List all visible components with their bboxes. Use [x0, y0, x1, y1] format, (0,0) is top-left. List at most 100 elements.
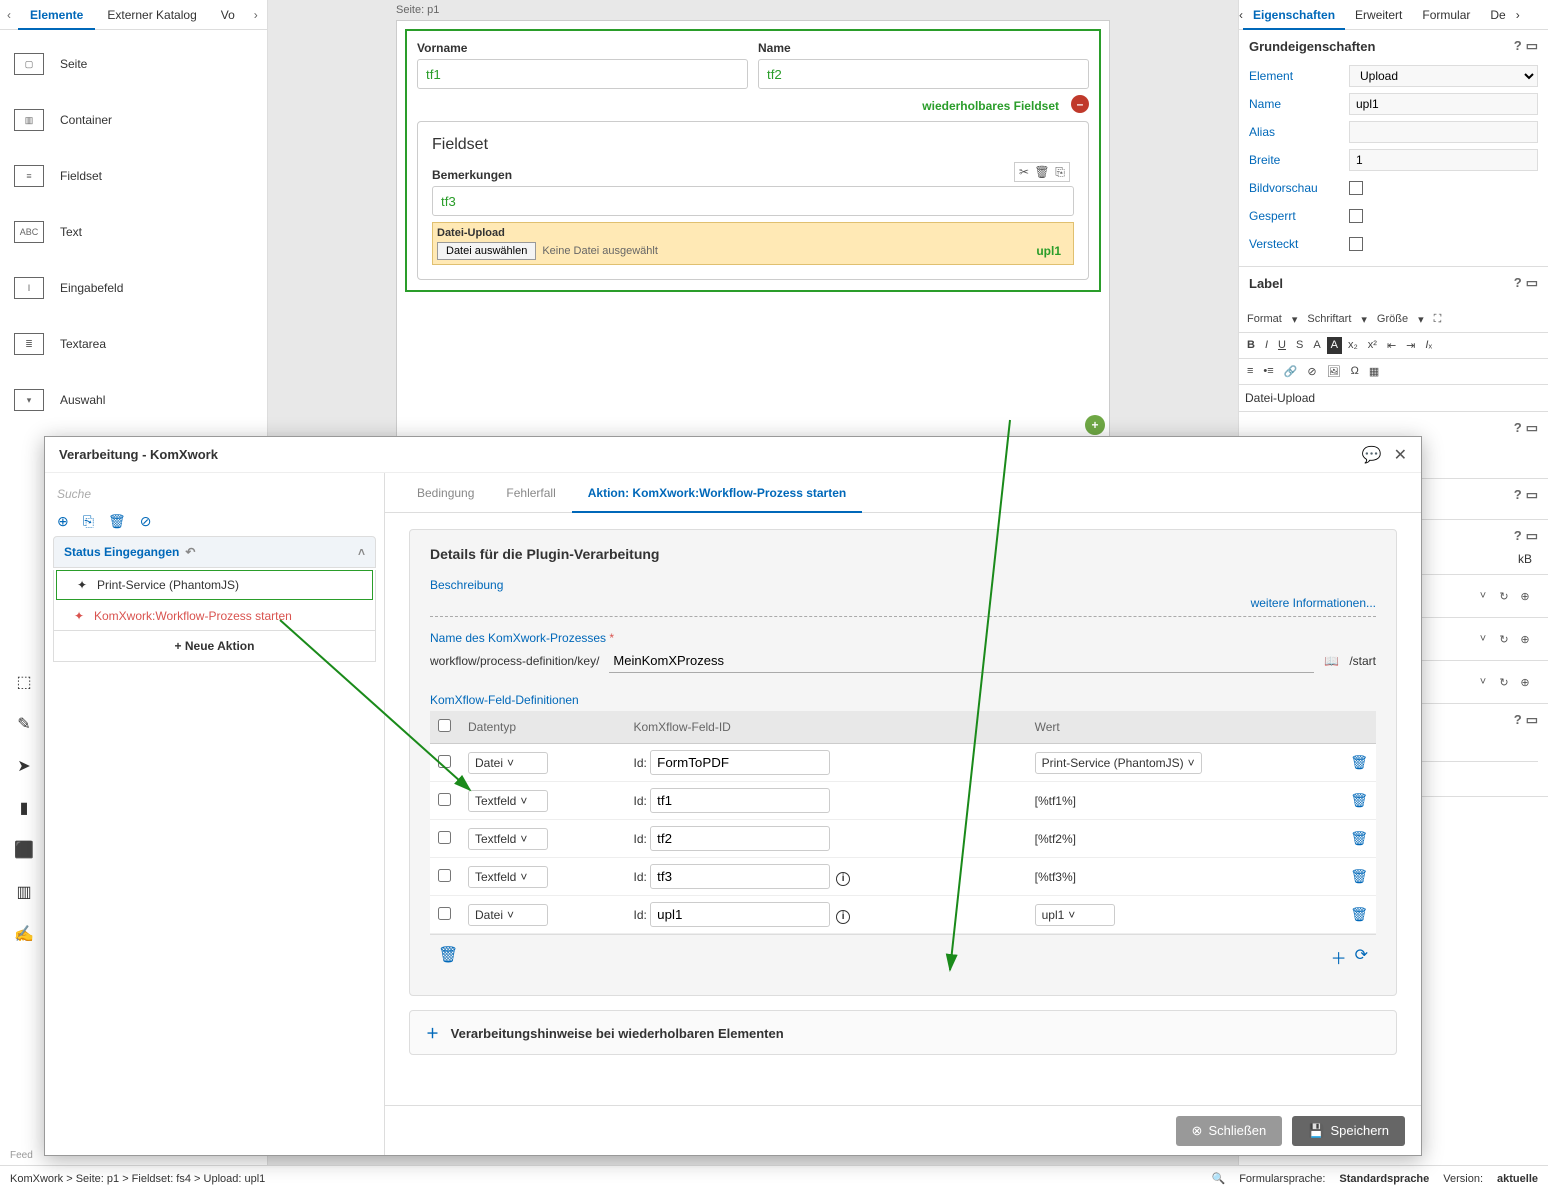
delete-row-icon[interactable]: 🗑 — [1350, 754, 1368, 770]
select-all-check[interactable] — [438, 719, 451, 732]
save-button[interactable]: 💾Speichern — [1292, 1116, 1405, 1146]
action-print-service[interactable]: ✦ Print-Service (PhantomJS) — [56, 570, 373, 600]
tab-aktion[interactable]: Aktion: KomXwork:Workflow-Prozess starte… — [572, 473, 862, 513]
input-tf3[interactable] — [432, 186, 1074, 216]
collapse-icon[interactable]: ▭ — [1526, 38, 1538, 54]
chevron-up-icon[interactable]: ˄ — [358, 545, 365, 559]
unlink-icon[interactable]: ⊘ — [1303, 363, 1320, 380]
form-canvas[interactable]: Vorname Name wiederholbares Fieldset – F… — [396, 20, 1110, 440]
dashed-box-icon[interactable]: ⬚ — [12, 670, 36, 694]
chart-icon[interactable]: ▥ — [12, 880, 36, 904]
refresh-rows-icon[interactable]: ⟳ — [1355, 945, 1368, 969]
tool-icon[interactable]: ▮ — [12, 796, 36, 820]
italic-icon[interactable]: I — [1261, 337, 1272, 354]
remove-icon[interactable]: – — [1071, 95, 1089, 113]
datentyp-select[interactable]: Datei ˅ — [468, 904, 548, 926]
ver-value[interactable]: aktuelle — [1497, 1173, 1538, 1185]
ol-icon[interactable]: ≡ — [1243, 363, 1257, 380]
format-dropdown[interactable]: Format — [1243, 311, 1286, 328]
element-auswahl[interactable]: ▾Auswahl — [0, 372, 267, 428]
prop-bildvorschau-check[interactable] — [1349, 181, 1363, 195]
delete-row-icon[interactable]: 🗑 — [1350, 868, 1368, 884]
delete-all-icon[interactable]: 🗑 — [438, 945, 458, 969]
feedback-icon[interactable]: 💬 — [1362, 445, 1382, 465]
status-header[interactable]: Status Eingegangen ↶ ˄ — [53, 536, 376, 568]
element-text[interactable]: ABCText — [0, 204, 267, 260]
info-icon[interactable]: i — [836, 872, 850, 886]
delete-row-icon[interactable]: 🗑 — [1350, 906, 1368, 922]
search-input[interactable]: Suche — [53, 481, 376, 507]
cut-icon[interactable]: ✂ — [1016, 164, 1032, 180]
collapse-icon[interactable]: ▭ — [1526, 712, 1538, 728]
refresh-icon[interactable]: ↻ — [1495, 673, 1513, 691]
add-icon[interactable]: ⊕ — [1516, 630, 1534, 648]
add-row-icon[interactable]: ＋ — [1331, 945, 1347, 969]
size-dropdown[interactable]: Größe — [1373, 311, 1412, 328]
close-button[interactable]: ⊗Schließen — [1176, 1116, 1283, 1146]
copy-icon[interactable]: ⎘ — [83, 513, 94, 530]
font-dropdown[interactable]: Schriftart — [1303, 311, 1355, 328]
sub-icon[interactable]: x₂ — [1344, 337, 1362, 354]
tab-de[interactable]: De — [1480, 0, 1515, 30]
element-container[interactable]: ▥Container — [0, 92, 267, 148]
delete-row-icon[interactable]: 🗑 — [1350, 792, 1368, 808]
tab-formular[interactable]: Formular — [1412, 0, 1480, 30]
row-check[interactable] — [438, 755, 451, 768]
copy-icon[interactable]: ⎘ — [1052, 164, 1068, 180]
link-icon[interactable]: 🔗 — [1280, 363, 1302, 380]
lang-value[interactable]: Standardsprache — [1339, 1173, 1429, 1185]
add-icon[interactable]: ⊕ — [1516, 587, 1534, 605]
row-check[interactable] — [438, 907, 451, 920]
feld-id-input[interactable] — [650, 788, 830, 813]
prop-versteckt-check[interactable] — [1349, 237, 1363, 251]
fullscreen-icon[interactable]: ⛶ — [1430, 311, 1446, 328]
feld-id-input[interactable] — [650, 826, 830, 851]
prop-alias-input[interactable] — [1349, 121, 1538, 143]
element-eingabefeld[interactable]: IEingabefeld — [0, 260, 267, 316]
collapse-icon[interactable]: ▭ — [1526, 528, 1538, 544]
indent-icon[interactable]: ⇥ — [1402, 337, 1419, 354]
info-icon[interactable]: i — [836, 910, 850, 924]
pencil-icon[interactable]: ✎ — [12, 712, 36, 736]
help-icon[interactable]: ? — [1514, 487, 1522, 503]
image-icon[interactable]: 🖼 — [1323, 363, 1345, 380]
element-textarea[interactable]: ≣Textarea — [0, 316, 267, 372]
feld-id-input[interactable] — [650, 902, 830, 927]
tab-bedingung[interactable]: Bedingung — [401, 473, 490, 513]
datentyp-select[interactable]: Datei ˅ — [468, 752, 548, 774]
input-tf2[interactable] — [758, 59, 1089, 89]
tab-elemente[interactable]: Elemente — [18, 0, 95, 30]
block-icon[interactable]: ⊘ — [140, 513, 152, 530]
datentyp-select[interactable]: Textfeld ˅ — [468, 866, 548, 888]
collapse-icon[interactable]: ▭ — [1526, 420, 1538, 436]
signature-icon[interactable]: ✍ — [12, 922, 36, 946]
bold-icon[interactable]: B — [1243, 337, 1259, 354]
help-icon[interactable]: ? — [1514, 420, 1522, 436]
process-name-input[interactable] — [609, 649, 1314, 673]
row-check[interactable] — [438, 793, 451, 806]
delete-row-icon[interactable]: 🗑 — [1350, 830, 1368, 846]
prop-gesperrt-check[interactable] — [1349, 209, 1363, 223]
datentyp-select[interactable]: Textfeld ˅ — [468, 790, 548, 812]
help-icon[interactable]: ? — [1514, 38, 1522, 54]
omega-icon[interactable]: Ω — [1347, 363, 1363, 380]
strike-icon[interactable]: S — [1292, 337, 1307, 354]
cursor-icon[interactable]: ➤ — [12, 754, 36, 778]
more-info-link[interactable]: weitere Informationen... — [1251, 596, 1376, 610]
breadcrumb[interactable]: KomXwork > Seite: p1 > Fieldset: fs4 > U… — [10, 1173, 265, 1185]
chevron-down-icon[interactable]: ˅ — [1474, 587, 1492, 605]
left-tabs-prev[interactable]: ‹ — [0, 8, 18, 22]
search-icon[interactable]: 🔍 — [1212, 1172, 1226, 1185]
prop-name-input[interactable] — [1349, 93, 1538, 115]
element-fieldset[interactable]: ≡Fieldset — [0, 148, 267, 204]
action-komxwork-start[interactable]: ✦ KomXwork:Workflow-Prozess starten — [54, 602, 375, 630]
tab-vo[interactable]: Vo — [209, 0, 247, 30]
left-tabs-next[interactable]: › — [247, 8, 265, 22]
clear-icon[interactable]: Iₓ — [1421, 337, 1436, 354]
element-seite[interactable]: ▢Seite — [0, 36, 267, 92]
chevron-down-icon[interactable]: ˅ — [1474, 630, 1492, 648]
wert-select[interactable]: upl1 ˅ — [1035, 904, 1115, 926]
upload-area[interactable]: Datei-Upload Datei auswählen Keine Datei… — [432, 222, 1074, 265]
undo-icon[interactable]: ↶ — [185, 545, 195, 559]
hints-expander[interactable]: ＋ Verarbeitungshinweise bei wiederholbar… — [409, 1010, 1397, 1055]
